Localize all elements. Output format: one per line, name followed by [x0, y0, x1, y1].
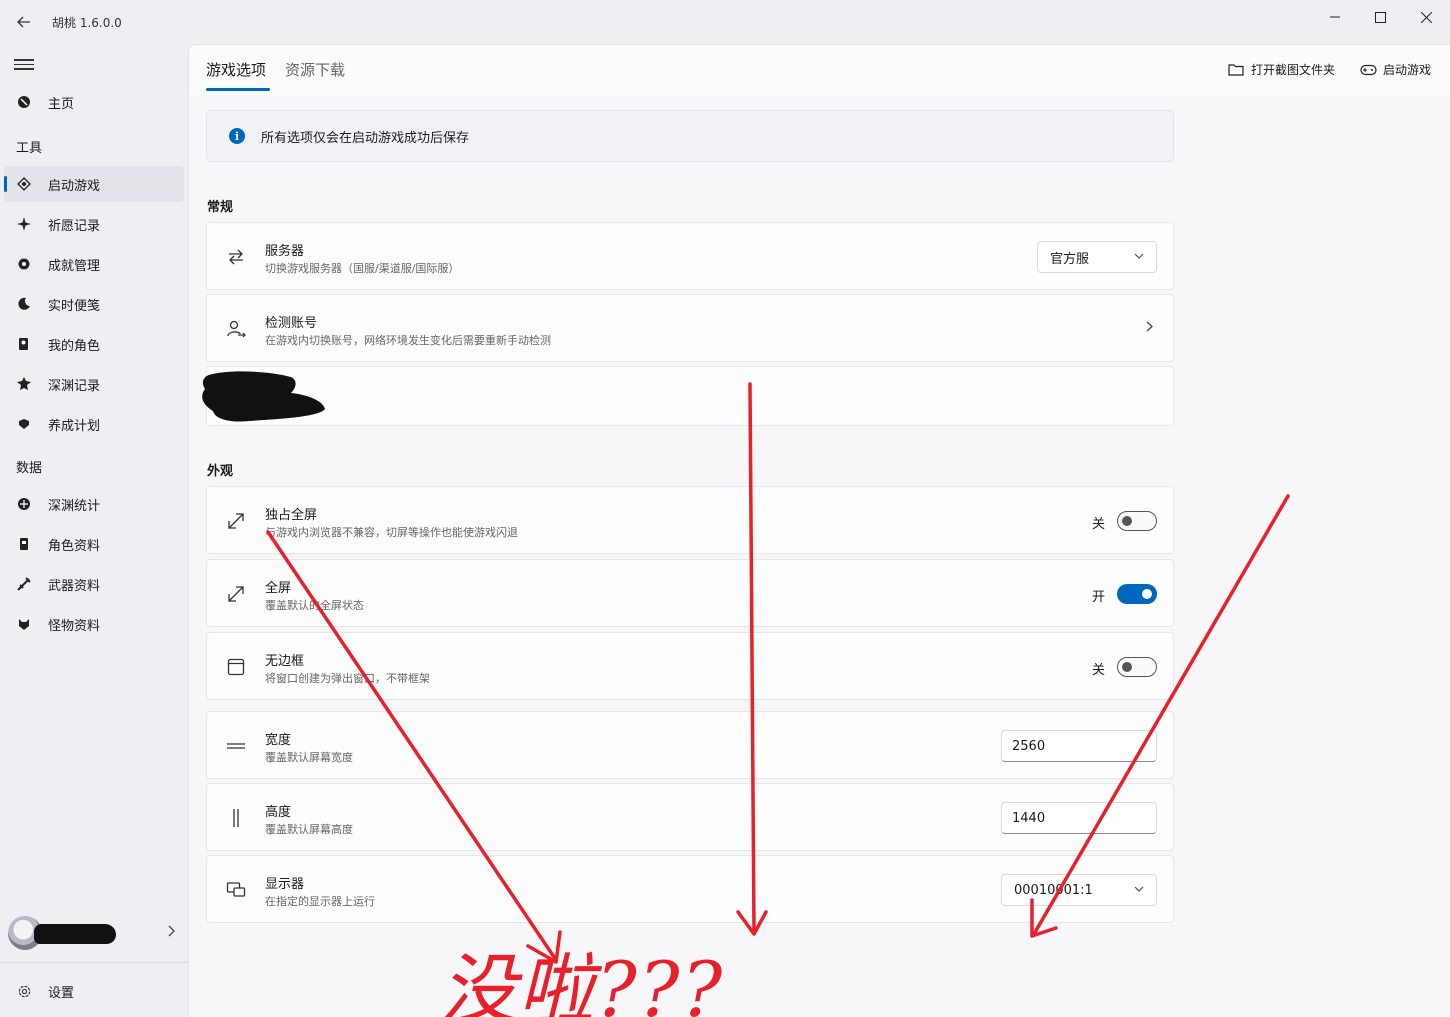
- fullscreen-toggle[interactable]: [1117, 584, 1157, 604]
- sidebar-item-home[interactable]: 主页: [4, 84, 184, 120]
- sidebar-item-launch-game[interactable]: 启动游戏: [4, 166, 184, 202]
- chevron-right-icon: [168, 925, 176, 941]
- sidebar-item-realtime-note[interactable]: 实时便笺: [4, 286, 184, 322]
- redacted-account-card: [202, 366, 1174, 426]
- sidebar-item-weapon-wiki[interactable]: 武器资料: [4, 566, 184, 602]
- toggle-state-label: 关: [1091, 517, 1105, 532]
- server-dropdown[interactable]: 官方服: [1037, 241, 1157, 273]
- window-icon: [225, 656, 247, 678]
- back-arrow-icon[interactable]: [12, 10, 36, 34]
- home-icon: [16, 94, 32, 110]
- wish-record-icon: [16, 216, 32, 232]
- borderless-card: 无边框 将窗口创建为弹出窗口，不带框架 关: [206, 632, 1174, 700]
- abyss-stats-icon: [16, 496, 32, 512]
- minimize-button[interactable]: [1312, 6, 1358, 28]
- open-screenshot-folder-button[interactable]: 打开截图文件夹: [1227, 61, 1335, 78]
- tab-game-options[interactable]: 游戏选项: [206, 59, 266, 80]
- maximize-button[interactable]: [1357, 6, 1403, 28]
- app-title: 胡桃 1.6.0.0: [52, 16, 122, 30]
- weapon-wiki-icon: [16, 576, 32, 592]
- sidebar-item-abyss-stats[interactable]: 深渊统计: [4, 486, 184, 522]
- chevron-down-icon: [1134, 251, 1144, 262]
- achievement-icon: [16, 256, 32, 272]
- tab-active-indicator: [206, 88, 270, 91]
- width-input[interactable]: 2560: [1001, 730, 1157, 762]
- exclusive-fullscreen-card: 独占全屏 与游戏内浏览器不兼容，切屏等操作也能使游戏闪退 关: [206, 486, 1174, 554]
- tabs-bar: 游戏选项 资源下载 打开截图文件夹 启动游戏: [189, 45, 1450, 95]
- sidebar-item-achievement[interactable]: 成就管理: [4, 246, 184, 282]
- exclusive-fullscreen-toggle[interactable]: [1117, 511, 1157, 531]
- data-header: 数据: [16, 461, 43, 476]
- sidebar-item-settings[interactable]: 设置: [4, 973, 184, 1009]
- info-icon: i: [229, 128, 245, 144]
- monitor-card: 显示器 在指定的显示器上运行 00010001:1: [206, 855, 1174, 923]
- borderless-toggle[interactable]: [1117, 657, 1157, 677]
- cultivation-icon: [16, 416, 32, 432]
- chevron-right-icon: [1146, 321, 1153, 336]
- monitor-icon: [225, 879, 247, 901]
- width-card: 宽度 覆盖默认屏幕宽度 2560: [206, 711, 1174, 779]
- detect-account-card[interactable]: 检测账号 在游戏内切换账号，网络环境发生变化后需要重新手动检测: [206, 294, 1174, 362]
- gamepad-icon: [1359, 63, 1377, 77]
- account-switch-icon: [225, 318, 247, 340]
- height-input[interactable]: 1440: [1001, 802, 1157, 834]
- height-icon: [225, 807, 247, 829]
- character-wiki-icon: [16, 536, 32, 552]
- sidebar-item-my-character[interactable]: 我的角色: [4, 326, 184, 362]
- user-account-row[interactable]: [4, 912, 184, 956]
- sidebar-item-monster-wiki[interactable]: 怪物资料: [4, 606, 184, 642]
- sidebar-divider: [0, 962, 188, 963]
- sidebar-item-character-wiki[interactable]: 角色资料: [4, 526, 184, 562]
- gear-icon: [16, 983, 32, 999]
- height-card: 高度 覆盖默认屏幕高度 1440: [206, 783, 1174, 851]
- my-character-icon: [16, 336, 32, 352]
- server-card: 服务器 切换游戏服务器（国服/渠道服/国际服） 官方服: [206, 222, 1174, 290]
- section-title-appearance: 外观: [207, 464, 234, 479]
- annotation-text: 没啦???: [440, 945, 725, 1017]
- close-button[interactable]: [1403, 6, 1449, 28]
- hamburger-icon[interactable]: [14, 56, 34, 72]
- fullscreen-card: 全屏 覆盖默认的全屏状态 开: [206, 559, 1174, 627]
- monster-wiki-icon: [16, 616, 32, 632]
- abyss-record-icon: [16, 376, 32, 392]
- tab-resource-download[interactable]: 资源下载: [285, 59, 345, 80]
- swap-icon: [225, 246, 247, 268]
- tools-header: 工具: [16, 141, 43, 156]
- chevron-down-icon: [1134, 884, 1144, 895]
- sidebar-item-abyss-record[interactable]: 深渊记录: [4, 366, 184, 402]
- sidebar: 主页 工具 启动游戏 祈愿记录 成就管理 实时便笺 我的角色 深渊记录 养成计划…: [0, 44, 188, 1017]
- toggle-state-label: 关: [1091, 663, 1105, 678]
- folder-icon: [1227, 63, 1245, 77]
- main-content: 游戏选项 资源下载 打开截图文件夹 启动游戏 i 所有选项仅会在启动游戏成功后保…: [188, 44, 1450, 1017]
- realtime-note-icon: [16, 296, 32, 312]
- title-bar: 胡桃 1.6.0.0: [0, 0, 1450, 44]
- width-icon: [225, 735, 247, 757]
- monitor-dropdown[interactable]: 00010001:1: [1001, 874, 1157, 906]
- section-title-general: 常规: [207, 200, 234, 215]
- launch-game-button[interactable]: 启动游戏: [1359, 61, 1431, 78]
- sidebar-item-cultivation[interactable]: 养成计划: [4, 406, 184, 442]
- sidebar-item-wish-record[interactable]: 祈愿记录: [4, 206, 184, 242]
- redacted-username: [34, 924, 116, 944]
- toggle-state-label: 开: [1091, 590, 1105, 605]
- redaction-scribble: [202, 371, 325, 422]
- expand-icon: [225, 583, 247, 605]
- launch-game-icon: [16, 176, 32, 192]
- info-bar: i 所有选项仅会在启动游戏成功后保存: [206, 110, 1174, 162]
- expand-icon: [225, 510, 247, 532]
